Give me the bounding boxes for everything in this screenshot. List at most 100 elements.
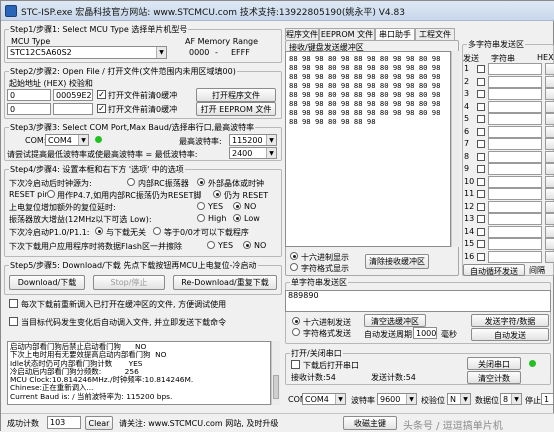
bottom-com-select[interactable]: COM4 ▼ [302,393,346,405]
min-baud-select[interactable]: 2400 ▼ [229,147,277,159]
auto-send-period-input[interactable]: 1000 [413,327,437,339]
log-scrollbar[interactable] [271,341,280,405]
multi-send-row-button[interactable] [545,163,554,175]
clear-receive-button[interactable]: 清除接收缓冲区 [365,254,429,269]
multi-send-hex-checkbox[interactable] [477,240,485,248]
multi-send-row-button[interactable] [545,88,554,100]
multi-send-row-button[interactable] [545,63,554,75]
multi-send-row-button[interactable] [545,125,554,138]
input-method-button[interactable]: 收磁主键 [343,416,397,430]
radio-text-display[interactable] [290,263,298,271]
multi-send-hex-checkbox[interactable] [477,127,485,136]
multi-send-hex-checkbox[interactable] [477,227,485,236]
multi-send-hex-checkbox[interactable] [477,252,485,261]
multi-send-row-button[interactable] [545,75,554,88]
multi-send-hex-checkbox[interactable] [477,177,485,186]
start-addr-input-1[interactable]: 0 [7,89,51,101]
download-button[interactable]: Download/下载 [9,275,85,290]
radio-erase-no[interactable] [243,241,251,249]
multi-send-row-button[interactable] [545,200,554,213]
radio-p1-any[interactable] [95,227,103,235]
multi-send-string-input[interactable] [488,225,542,238]
stop-button[interactable]: Stop/停止 [93,275,165,290]
clear-count-status-button[interactable]: Clear [85,416,113,430]
multi-send-string-input[interactable] [488,113,542,125]
single-send-input[interactable]: 889890 [285,290,551,312]
send-data-button[interactable]: 发送字符/数据 [471,314,549,327]
tab-program-file[interactable]: 程序文件 [285,28,319,40]
max-baud-select[interactable]: 115200 ▼ [229,134,277,146]
multi-send-string-input[interactable] [488,163,542,175]
multi-send-string-input[interactable] [488,63,542,75]
multi-send-hex-checkbox[interactable] [477,215,485,223]
radio-hex-display[interactable] [290,252,298,260]
multi-send-row-button[interactable] [545,188,554,200]
stop-bits-select[interactable]: 1 [541,393,554,405]
baud-select[interactable]: 9600 ▼ [377,393,417,405]
multi-send-string-input[interactable] [488,200,542,213]
multi-send-row-button[interactable] [545,138,554,150]
radio-text-send[interactable] [292,328,300,336]
auto-loop-send-button[interactable]: 自动循环发送 [463,264,525,276]
multi-send-hex-checkbox[interactable] [477,102,485,111]
radio-delay-yes[interactable] [197,202,205,210]
multi-send-string-input[interactable] [488,100,542,113]
multi-send-hex-checkbox[interactable] [477,190,485,198]
multi-send-string-input[interactable] [488,75,542,88]
radio-internal-rc[interactable] [127,178,135,186]
multi-send-row-button[interactable] [545,213,554,225]
open-after-download-checkbox[interactable] [291,360,300,369]
reload-before-download-checkbox[interactable] [9,299,18,308]
multi-send-hex-checkbox[interactable] [477,65,485,73]
multi-send-hex-checkbox[interactable] [477,77,485,86]
multi-send-hex-checkbox[interactable] [477,90,485,98]
multi-send-hex-checkbox[interactable] [477,140,485,148]
open-program-file-button[interactable]: 打开程序文件 [196,88,276,102]
multi-send-string-input[interactable] [488,88,542,100]
data-bits-select[interactable]: 8 ▼ [500,393,522,405]
clear-send-buffer-button[interactable]: 清空选缓冲区 [364,314,426,327]
multi-send-string-input[interactable] [488,213,542,225]
multi-send-string-input[interactable] [488,238,542,250]
multi-send-string-input[interactable] [488,175,542,188]
multi-send-row-button[interactable] [545,113,554,125]
multi-send-hex-checkbox[interactable] [477,202,485,211]
com-port-select[interactable]: COM4 ▼ [45,134,89,146]
tab-project-file[interactable]: 工程文件 [415,28,455,40]
multi-send-string-input[interactable] [488,138,542,150]
multi-send-row-button[interactable] [545,225,554,238]
multi-send-string-input[interactable] [488,125,542,138]
clear-count-button[interactable]: 清空计数 [467,371,521,384]
redownload-button[interactable]: Re-Download/重复下载 [173,275,277,290]
mcu-type-select[interactable]: STC12C5A60S2 ▼ [7,46,167,59]
multi-send-string-input[interactable] [488,150,542,163]
start-addr-input-2[interactable]: 0 [7,103,51,115]
auto-load-checkbox[interactable] [9,317,18,326]
radio-erase-yes[interactable] [207,241,215,249]
radio-gain-high[interactable] [197,214,205,222]
clear-buffer-checkbox-1[interactable]: ✓ [97,90,106,99]
multi-send-hex-checkbox[interactable] [477,165,485,173]
parity-select[interactable]: N ▼ [447,393,471,405]
radio-gain-low[interactable] [233,214,241,222]
multi-send-row-button[interactable] [545,150,554,163]
multi-send-row-button[interactable] [545,175,554,188]
radio-external-clock[interactable] [197,178,205,186]
log-scroll-thumb[interactable] [273,375,279,399]
radio-hex-send[interactable] [292,317,300,325]
radio-reset[interactable] [213,190,221,198]
receive-scrollbar[interactable] [451,51,460,247]
multi-send-hex-checkbox[interactable] [477,152,485,161]
clear-buffer-checkbox-2[interactable]: ✓ [97,104,106,113]
receive-buffer[interactable]: 88 98 98 80 98 88 98 80 98 98 80 98 88 9… [285,51,451,247]
multi-send-string-input[interactable] [488,188,542,200]
multi-send-row-button[interactable] [545,100,554,113]
multi-send-hex-checkbox[interactable] [477,115,485,123]
radio-p1-zero[interactable] [153,227,161,235]
open-eeprom-file-button[interactable]: 打开 EEPROM 文件 [196,102,276,116]
tab-eeprom-file[interactable]: EEPROM 文件 [319,28,375,40]
close-serial-button[interactable]: 关闭串口 [467,357,521,370]
multi-send-row-button[interactable] [545,250,554,263]
multi-send-string-input[interactable] [488,250,542,263]
radio-delay-no[interactable] [233,202,241,210]
